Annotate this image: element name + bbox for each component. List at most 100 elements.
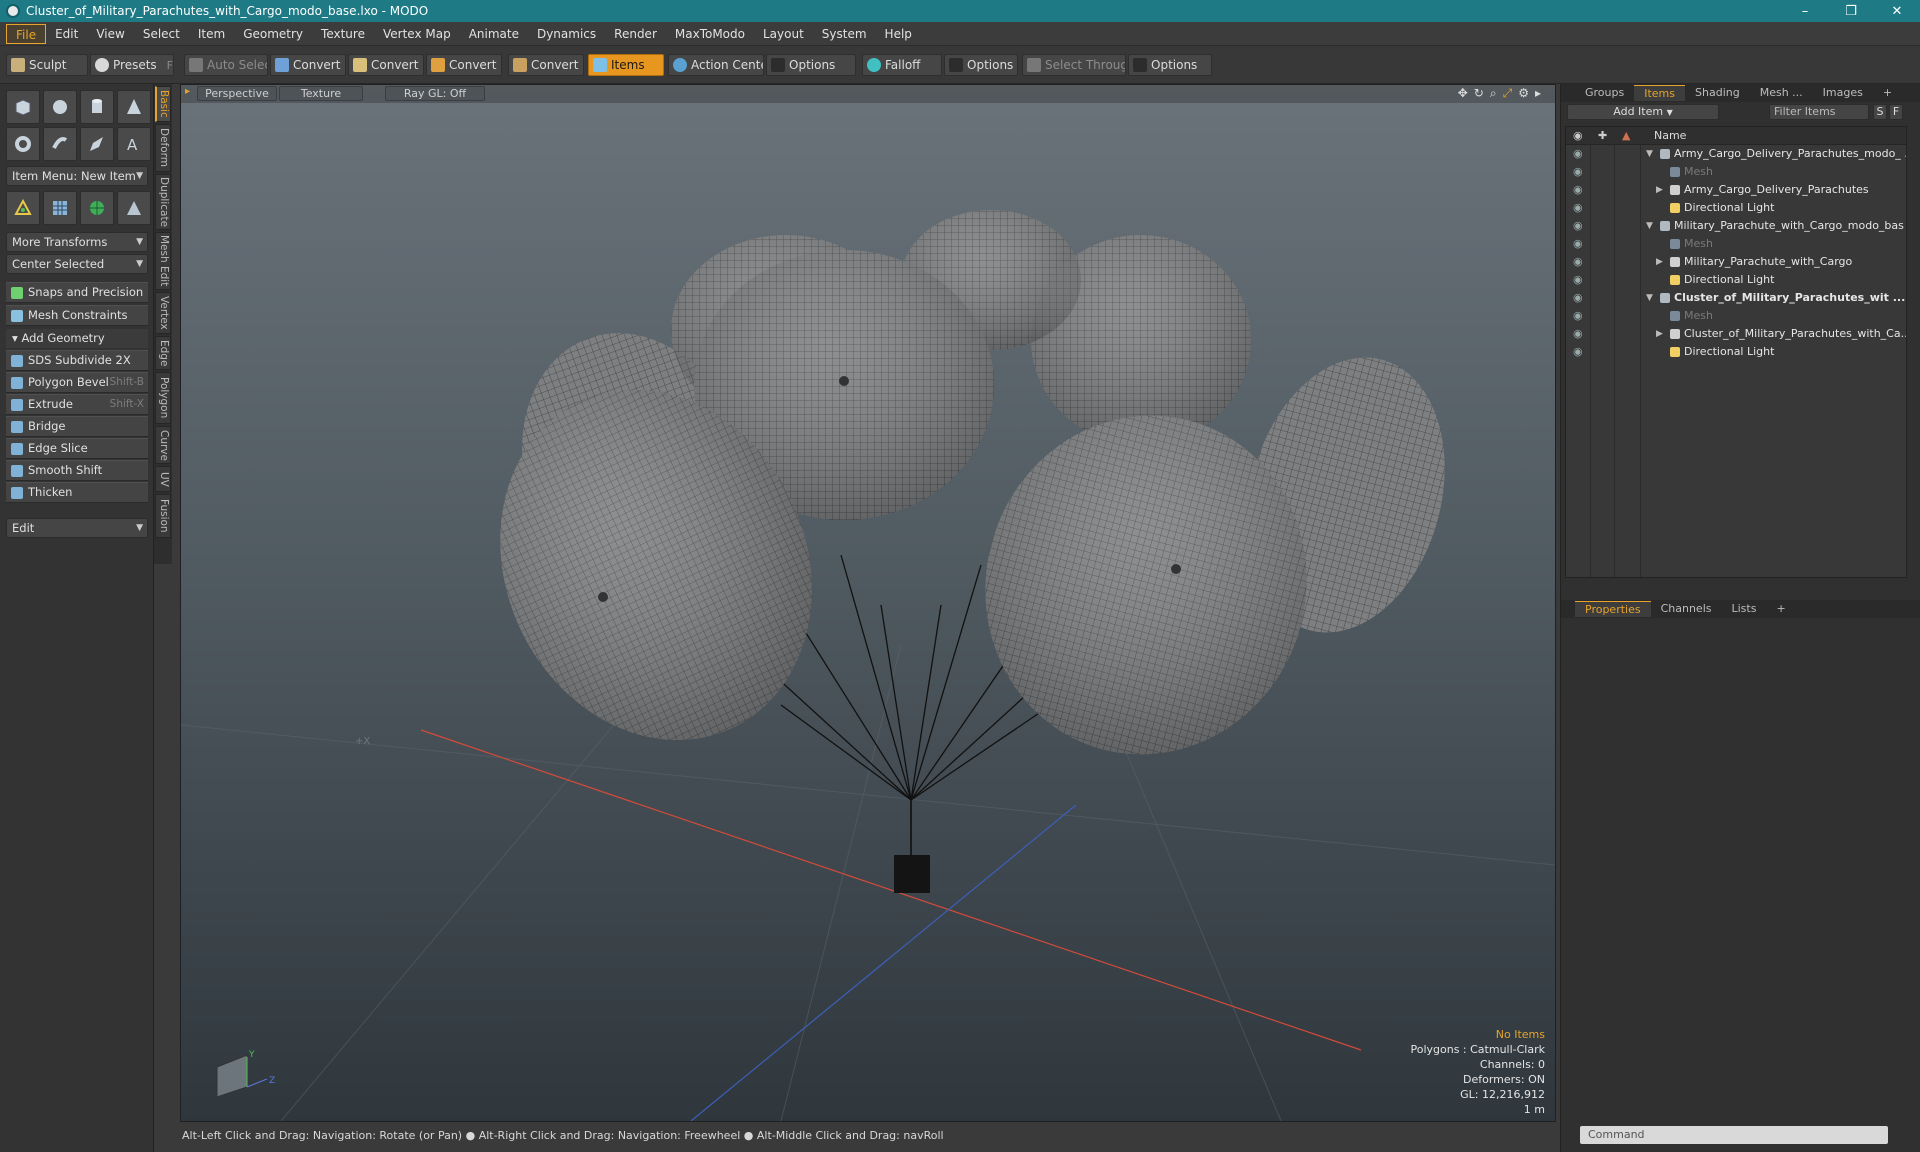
cone-icon[interactable] [117, 90, 151, 124]
eye-icon[interactable]: ◉ [1573, 256, 1585, 268]
pyramid-icon[interactable] [117, 191, 151, 225]
action-center-options-button[interactable]: Options [766, 54, 856, 76]
item-menu-dropdown[interactable]: Item Menu: New Item ▼ [6, 166, 148, 186]
action-center-button[interactable]: Action Center [668, 54, 764, 76]
perspective-button[interactable]: Perspective [197, 86, 277, 101]
menu-texture[interactable]: Texture [312, 24, 374, 44]
item-row[interactable]: ◉ Mesh [1566, 163, 1906, 181]
tab-items[interactable]: Items [1634, 85, 1686, 101]
item-row[interactable]: ◉ ▶ Military_Parachute_with_Cargo [1566, 253, 1906, 271]
convert-button-3[interactable]: Convert [426, 54, 502, 76]
transform-icon[interactable] [6, 191, 40, 225]
eye-icon[interactable]: ◉ [1573, 184, 1585, 196]
torus-icon[interactable] [6, 127, 40, 161]
bridge-button[interactable]: Bridge [6, 416, 148, 437]
tab-polygon[interactable]: Polygon [155, 372, 171, 424]
tab-curve[interactable]: Curve [155, 426, 171, 464]
item-row[interactable]: ◉ Mesh [1566, 307, 1906, 325]
capsule-icon[interactable] [43, 127, 77, 161]
edit-dropdown[interactable]: Edit ▼ [6, 518, 148, 538]
menu-layout[interactable]: Layout [754, 24, 813, 44]
maximize-button[interactable]: ❐ [1828, 0, 1874, 22]
tab-fusion[interactable]: Fusion [155, 494, 171, 538]
tab-groups[interactable]: Groups [1575, 85, 1634, 101]
items-mode-button[interactable]: Items [588, 54, 664, 76]
menu-item[interactable]: Item [189, 24, 234, 44]
menu-select[interactable]: Select [134, 24, 189, 44]
gear-icon[interactable]: ⚙ [1518, 86, 1529, 101]
presets-button[interactable]: Presets F6 [90, 54, 174, 76]
tab-duplicate[interactable]: Duplicate [155, 174, 171, 230]
item-row[interactable]: ◉ ▼ Military_Parachute_with_Cargo_modo_bas… [1566, 217, 1906, 235]
tab-uv[interactable]: UV [155, 466, 171, 492]
mesh-constraints-button[interactable]: Mesh Constraints [6, 305, 148, 326]
eye-icon[interactable]: ◉ [1573, 292, 1585, 304]
menu-vertex-map[interactable]: Vertex Map [374, 24, 460, 44]
expand-toggle-icon[interactable]: ▼ [1646, 145, 1653, 163]
thicken-button[interactable]: Thicken [6, 482, 148, 503]
polygon-bevel-button[interactable]: Polygon Bevel Shift-B [6, 372, 148, 393]
rotate-icon[interactable]: ↻ [1474, 86, 1484, 101]
close-button[interactable]: ✕ [1874, 0, 1920, 22]
item-row[interactable]: ◉ Mesh [1566, 235, 1906, 253]
expand-toggle-icon[interactable]: ▼ [1646, 217, 1653, 235]
select-through-button[interactable]: Select Through [1022, 54, 1126, 76]
menu-animate[interactable]: Animate [460, 24, 528, 44]
tab-mesh[interactable]: Mesh ... [1750, 85, 1813, 101]
expand-toggle-icon[interactable]: ▼ [1646, 289, 1653, 307]
eye-icon[interactable]: ◉ [1573, 346, 1585, 358]
pen-icon[interactable] [80, 127, 114, 161]
name-column-header[interactable]: Name [1654, 127, 1686, 145]
filter-f-button[interactable]: F [1889, 104, 1903, 120]
tab-lists[interactable]: Lists [1722, 601, 1767, 617]
convert-button-2[interactable]: Convert [348, 54, 424, 76]
fit-icon[interactable]: ⤢ [1503, 86, 1513, 101]
zoom-icon[interactable]: ⌕ [1490, 86, 1497, 101]
eye-icon[interactable]: ◉ [1573, 166, 1585, 178]
menu-render[interactable]: Render [605, 24, 666, 44]
item-row[interactable]: ◉ ▶ Army_Cargo_Delivery_Parachutes [1566, 181, 1906, 199]
expand-toggle-icon[interactable]: ▶ [1656, 253, 1663, 271]
convert-button-1[interactable]: Convert [270, 54, 346, 76]
grid-icon[interactable] [43, 191, 77, 225]
eye-icon[interactable]: ◉ [1573, 310, 1585, 322]
extrude-button[interactable]: Extrude Shift-X [6, 394, 148, 415]
raygl-button[interactable]: Ray GL: Off [385, 86, 485, 101]
expand-toggle-icon[interactable]: ▶ [1656, 325, 1663, 343]
add-item-dropdown[interactable]: Add Item ▼ [1567, 104, 1719, 120]
minimize-button[interactable]: – [1782, 0, 1828, 22]
menu-geometry[interactable]: Geometry [234, 24, 312, 44]
snaps-precision-button[interactable]: Snaps and Precision [6, 282, 148, 303]
tab-deform[interactable]: Deform [155, 124, 171, 172]
viewport-menu-icon[interactable]: ▸ [185, 86, 190, 97]
render-column-icon[interactable]: ▲ [1622, 127, 1630, 145]
tab-vertex[interactable]: Vertex [155, 292, 171, 334]
edge-slice-button[interactable]: Edge Slice [6, 438, 148, 459]
menu-dynamics[interactable]: Dynamics [528, 24, 605, 44]
auto-select-button[interactable]: Auto Select [184, 54, 268, 76]
chevron-right-icon[interactable]: ▸ [1535, 86, 1541, 101]
tab-edge[interactable]: Edge [155, 336, 171, 370]
menu-edit[interactable]: Edit [46, 24, 87, 44]
eye-icon[interactable]: ◉ [1573, 328, 1585, 340]
lock-column-icon[interactable]: ✚ [1598, 127, 1607, 145]
menu-system[interactable]: System [813, 24, 876, 44]
command-input[interactable]: Command [1580, 1126, 1888, 1144]
visibility-column-icon[interactable]: ◉ [1573, 127, 1583, 145]
eye-icon[interactable]: ◉ [1573, 148, 1585, 160]
menu-help[interactable]: Help [876, 24, 921, 44]
tab-properties[interactable]: Properties [1575, 601, 1651, 617]
sds-subdivide-button[interactable]: SDS Subdivide 2X [6, 350, 148, 371]
menu-maxtomodo[interactable]: MaxToModo [666, 24, 754, 44]
text-tool-icon[interactable]: A [117, 127, 151, 161]
falloff-options-button[interactable]: Options [944, 54, 1018, 76]
item-row[interactable]: ◉ Directional Light [1566, 199, 1906, 217]
item-row[interactable]: ◉ ▼ Cluster_of_Military_Parachutes_wit ... [1566, 289, 1906, 307]
add-geometry-header[interactable]: ▾ Add Geometry [6, 329, 148, 348]
tab-shading[interactable]: Shading [1685, 85, 1750, 101]
sculpt-button[interactable]: Sculpt [6, 54, 88, 76]
eye-icon[interactable]: ◉ [1573, 238, 1585, 250]
tab-mesh-edit[interactable]: Mesh Edit [155, 232, 171, 290]
add-properties-tab-button[interactable]: + [1766, 601, 1795, 617]
smooth-shift-button[interactable]: Smooth Shift [6, 460, 148, 481]
